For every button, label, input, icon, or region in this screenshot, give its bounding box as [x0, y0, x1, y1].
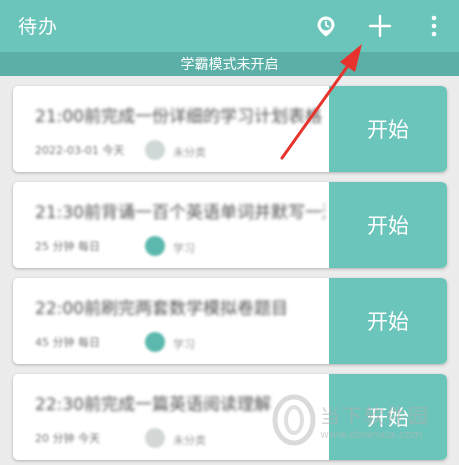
todo-card[interactable]: 22:00前刷完两套数学模拟卷题目 45 分钟 每日 学习 开始 [13, 278, 447, 364]
app-bar: 待办 [0, 0, 459, 52]
todo-card[interactable]: 21:00前完成一份详细的学习计划表格 2022-03-01 今天 未分类 开始 [13, 86, 447, 172]
start-button[interactable]: 开始 [329, 278, 447, 364]
todo-title: 21:30前背诵一百个英语单词并默写一遍 [35, 203, 325, 223]
study-mode-banner[interactable]: 学霸模式未开启 [0, 52, 459, 76]
clock-icon[interactable] [312, 0, 340, 52]
watermark: 当下软件园 www.downxia.com [272, 392, 452, 452]
todo-category: 未分类 [173, 146, 206, 159]
more-vert-icon[interactable] [424, 0, 444, 52]
todo-category: 未分类 [173, 434, 206, 447]
todo-category: 学习 [173, 242, 195, 255]
downxia-logo-icon [272, 394, 316, 446]
todo-meta: 45 分钟 每日 [35, 336, 100, 349]
start-button[interactable]: 开始 [329, 86, 447, 172]
todo-category: 学习 [173, 338, 195, 351]
start-button[interactable]: 开始 [329, 182, 447, 268]
todo-meta: 25 分钟 每日 [35, 240, 100, 253]
todo-card[interactable]: 21:30前背诵一百个英语单词并默写一遍 25 分钟 每日 学习 开始 [13, 182, 447, 268]
page-title: 待办 [18, 16, 59, 38]
category-avatar [145, 236, 165, 256]
watermark-name: 当下软件园 [320, 404, 430, 428]
plus-icon [368, 14, 392, 38]
todo-title: 21:00前完成一份详细的学习计划表格 [35, 107, 322, 127]
category-avatar [145, 428, 165, 448]
category-avatar [145, 140, 165, 160]
add-todo-button[interactable] [364, 0, 396, 52]
watermark-url: www.downxia.com [320, 428, 423, 441]
todo-meta: 20 分钟 今天 [35, 432, 100, 445]
todo-meta: 2022-03-01 今天 [35, 144, 125, 157]
todo-title: 22:00前刷完两套数学模拟卷题目 [35, 299, 288, 319]
category-avatar [145, 332, 165, 352]
